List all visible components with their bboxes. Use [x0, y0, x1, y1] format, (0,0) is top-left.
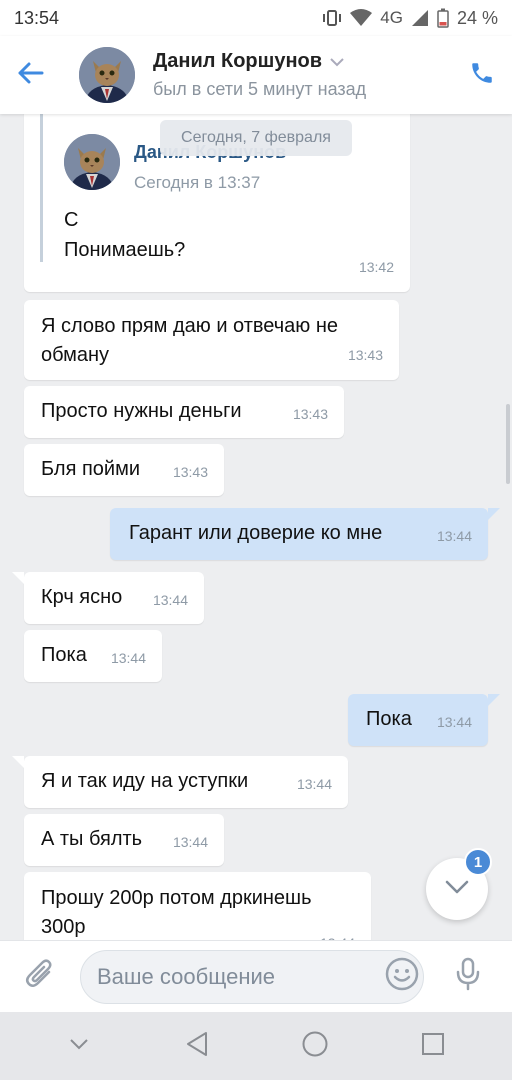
circle-home-icon — [301, 1030, 329, 1063]
message-time: 13:42 — [358, 259, 394, 275]
vibrate-icon — [322, 9, 342, 27]
message-text: Гарант или доверие ко мне — [129, 522, 383, 544]
nav-hide-keyboard-button[interactable] — [49, 1016, 109, 1076]
arrow-left-icon — [16, 61, 44, 90]
message-time: 13:44 — [436, 528, 472, 544]
nav-recents-button[interactable] — [403, 1016, 463, 1076]
message-text: Я и так иду на уступки — [41, 770, 249, 792]
incoming-message[interactable]: Прошу 200р потом дркинешь 300р 13:44 — [24, 872, 371, 940]
chevron-down-icon — [69, 1037, 89, 1055]
forwarded-line-1: С — [64, 209, 79, 231]
message-time: 13:44 — [436, 714, 472, 730]
voice-message-button[interactable] — [424, 941, 512, 1013]
paperclip-icon — [25, 958, 55, 995]
message-text-line-1: Прошу 200р потом дркинешь — [41, 887, 312, 909]
status-time: 13:54 — [14, 7, 60, 28]
forwarded-date: Сегодня в 13:37 — [134, 173, 261, 192]
cat-avatar-image — [64, 134, 120, 190]
message-time: 13:44 — [296, 776, 332, 792]
cat-avatar-image — [79, 47, 135, 103]
forwarded-line-2: Понимаешь? — [64, 239, 186, 261]
contact-status: был в сети 5 минут назад — [153, 79, 367, 99]
incoming-message[interactable]: Бля пойми 13:43 — [24, 444, 224, 496]
message-time: 13:44 — [172, 834, 208, 850]
chat-header: Данил Коршунов был в сети 5 минут назад — [0, 36, 512, 114]
unread-badge: 1 — [464, 848, 492, 876]
message-text: Просто нужны деньги — [41, 400, 242, 422]
forward-indicator — [40, 114, 43, 262]
chevron-down-icon — [330, 50, 344, 73]
message-text: А ты бялть — [41, 828, 143, 850]
message-time: 13:43 — [292, 406, 328, 422]
message-list[interactable]: ка... Данил Коршунов Сегодня в 13:37 С П… — [0, 114, 512, 940]
bubble-tail — [12, 756, 24, 768]
bubble-tail — [488, 508, 500, 520]
status-bar: 13:54 4G 24 % — [0, 0, 512, 36]
contact-name-text: Данил Коршунов — [153, 50, 323, 72]
system-navigation-bar — [0, 1012, 512, 1080]
message-composer — [0, 940, 512, 1012]
bubble-tail — [488, 694, 500, 706]
contact-name: Данил Коршунов — [153, 50, 452, 73]
wifi-icon — [350, 9, 373, 27]
outgoing-message[interactable]: Гарант или доверие ко мне 13:44 — [110, 508, 500, 560]
avatar[interactable] — [79, 47, 135, 103]
contact-info[interactable]: Данил Коршунов был в сети 5 минут назад — [153, 50, 452, 100]
battery-percent: 24 % — [456, 7, 498, 28]
forwarded-cut-text: ка... — [64, 114, 101, 123]
message-text: Пока — [366, 708, 412, 730]
message-text: Крч ясно — [41, 586, 123, 608]
network-label: 4G — [380, 8, 403, 27]
message-time: 13:43 — [172, 464, 208, 480]
message-time: 13:44 — [152, 592, 188, 608]
incoming-message[interactable]: Я и так иду на уступки 13:44 — [12, 756, 348, 808]
signal-icon — [411, 9, 429, 27]
message-text-line-2: обману — [41, 344, 110, 366]
message-time: 13:44 — [320, 929, 355, 940]
call-button[interactable] — [452, 36, 512, 114]
incoming-message[interactable]: Пока 13:44 — [24, 630, 162, 682]
message-input-wrapper — [80, 949, 424, 1004]
nav-home-button[interactable] — [285, 1016, 345, 1076]
nav-back-button[interactable] — [167, 1016, 227, 1076]
message-time: 13:43 — [347, 347, 383, 363]
back-button[interactable] — [0, 36, 60, 114]
message-text-line-1: Я слово прям даю и отвечаю не — [41, 315, 339, 337]
triangle-back-icon — [185, 1031, 209, 1062]
status-icons: 4G 24 % — [322, 8, 498, 29]
message-text-line-2: 300р — [41, 916, 86, 938]
scrollbar[interactable] — [506, 404, 510, 484]
attach-button[interactable] — [0, 941, 80, 1013]
phone-icon — [469, 60, 495, 91]
microphone-icon — [455, 957, 481, 996]
smile-icon — [385, 957, 419, 996]
battery-icon — [437, 8, 449, 28]
outgoing-message[interactable]: Пока 13:44 — [348, 694, 500, 746]
incoming-message[interactable]: Просто нужны деньги 13:43 — [24, 386, 344, 438]
message-input[interactable] — [97, 963, 385, 990]
forwarded-avatar — [64, 134, 120, 190]
square-recents-icon — [421, 1032, 445, 1061]
bubble-tail — [12, 572, 24, 584]
emoji-button[interactable] — [385, 957, 419, 996]
incoming-message[interactable]: Крч ясно 13:44 — [12, 572, 204, 624]
chevron-down-icon — [445, 880, 469, 899]
message-time: 13:44 — [110, 650, 146, 666]
incoming-message[interactable]: Я слово прям даю и отвечаю не обману 13:… — [24, 300, 399, 380]
message-text: Бля пойми — [41, 458, 141, 480]
message-text: Пока — [41, 644, 87, 666]
incoming-message[interactable]: А ты бялть 13:44 — [24, 814, 224, 866]
date-separator: Сегодня, 7 февраля — [160, 120, 352, 156]
